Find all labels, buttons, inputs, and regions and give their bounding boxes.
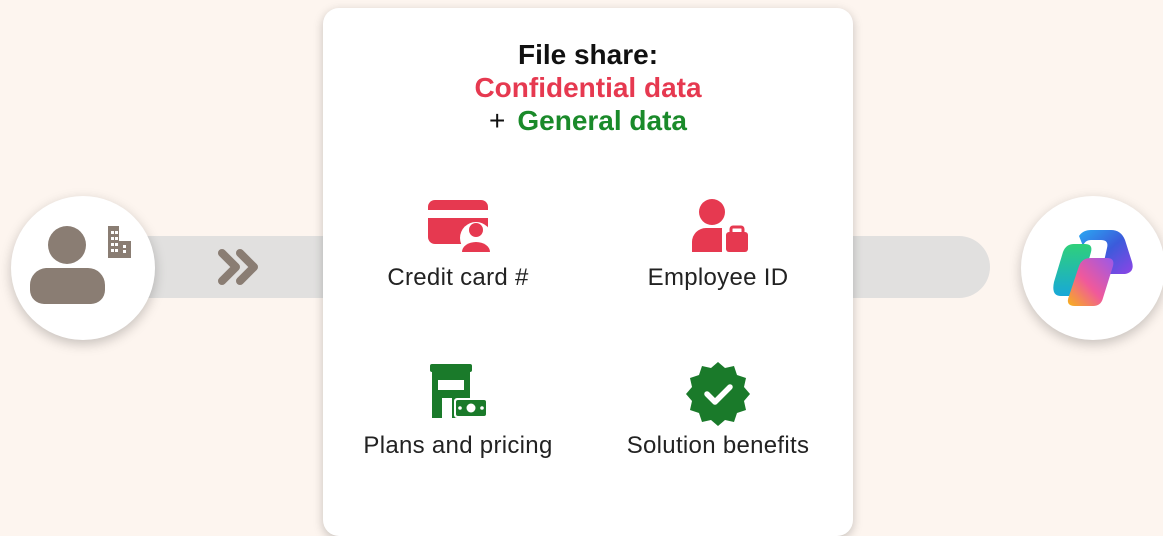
item-label: Solution benefits: [626, 432, 810, 459]
item-label: Credit card #: [387, 264, 529, 291]
store-money-icon: [430, 364, 488, 418]
verified-badge-icon: [686, 362, 750, 426]
copilot-logo-icon: [1053, 230, 1133, 306]
card-title: File share:: [517, 39, 659, 70]
user-building-icon: [29, 226, 131, 304]
item-label: Employee ID: [647, 264, 789, 291]
item-credit-card: Credit card #: [333, 194, 583, 292]
general-data-label: General data: [517, 105, 687, 136]
copilot-circle: [1021, 196, 1163, 340]
item-solution-benefits: Solution benefits: [593, 362, 843, 460]
item-plans-pricing: Plans and pricing: [333, 362, 583, 460]
item-label: Plans and pricing: [363, 432, 553, 459]
item-employee-id: Employee ID: [593, 194, 843, 292]
general-data-line: + General data: [323, 104, 853, 138]
confidential-data-label: Confidential data: [474, 72, 702, 103]
employee-briefcase-icon: [692, 199, 748, 252]
plus-sign: +: [489, 105, 506, 136]
double-chevron-right-icon: [218, 249, 258, 285]
user-circle: [11, 196, 155, 340]
credit-card-user-icon: [428, 200, 492, 254]
file-share-card: File share: Confidential data + General d…: [323, 8, 853, 536]
